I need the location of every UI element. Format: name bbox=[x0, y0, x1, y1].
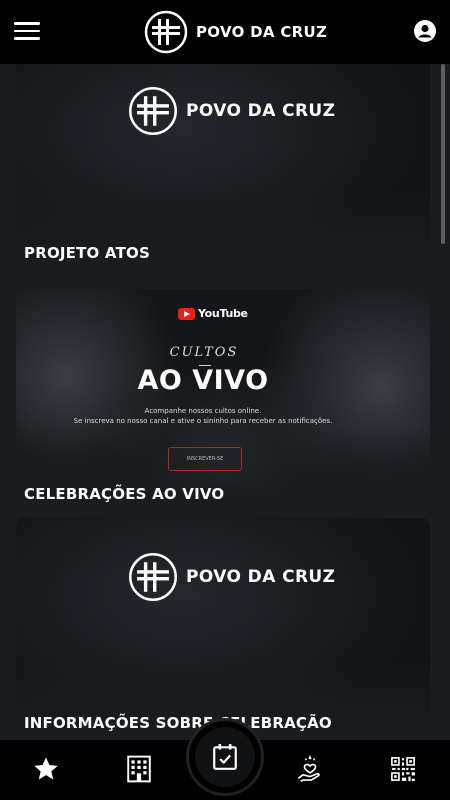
card-logo: POVO DA CRUZ bbox=[128, 86, 335, 136]
scrollbar[interactable] bbox=[441, 64, 445, 244]
card-celebracoes-ao-vivo[interactable]: YouTube CULTOS AO VIVO Acompanhe nossos … bbox=[16, 289, 430, 509]
calendar-fab-button[interactable] bbox=[186, 718, 264, 796]
subscribe-button[interactable]: INSCREVER-SE bbox=[168, 447, 242, 471]
banner-line-2: Se inscreva no nosso canal e ative o sin… bbox=[73, 417, 333, 425]
card-projeto-atos[interactable]: POVO DA CRUZ PROJETO ATOS bbox=[16, 64, 430, 268]
youtube-logo: YouTube bbox=[178, 307, 248, 320]
account-icon[interactable] bbox=[414, 20, 436, 42]
cross-logo-icon bbox=[144, 10, 188, 54]
star-icon bbox=[34, 757, 58, 780]
nav-favorites[interactable] bbox=[31, 754, 61, 784]
menu-icon[interactable] bbox=[14, 22, 40, 40]
cross-logo-icon bbox=[129, 553, 177, 601]
nav-church[interactable] bbox=[124, 754, 154, 784]
card-title: INFORMAÇÕES SOBRE CELEBRAÇÃO bbox=[24, 714, 332, 732]
banner-line-1: Acompanhe nossos cultos online. bbox=[144, 407, 262, 415]
building-icon bbox=[127, 755, 151, 783]
cross-logo-icon bbox=[129, 87, 177, 135]
youtube-label: YouTube bbox=[198, 307, 248, 320]
heart-hand-icon bbox=[297, 755, 320, 782]
banner-headline: AO VIVO bbox=[137, 365, 269, 396]
content-feed: POVO DA CRUZ PROJETO ATOS YouTube CULTOS… bbox=[0, 64, 450, 740]
card-title: PROJETO ATOS bbox=[24, 244, 150, 262]
banner-background bbox=[16, 289, 430, 509]
card-logo-text: POVO DA CRUZ bbox=[186, 101, 336, 121]
brand-logo: POVO DA CRUZ bbox=[144, 10, 327, 54]
card-title: CELEBRAÇÕES AO VIVO bbox=[24, 485, 225, 503]
banner-cultos: CULTOS bbox=[169, 345, 239, 360]
calendar-check-icon bbox=[213, 744, 237, 770]
card-logo-text: POVO DA CRUZ bbox=[186, 567, 336, 587]
card-logo: POVO DA CRUZ bbox=[128, 552, 335, 602]
card-informacoes-celebracao[interactable]: POVO DA CRUZ INFORMAÇÕES SOBRE CELEBRAÇÃ… bbox=[16, 518, 430, 738]
qr-code-icon bbox=[391, 757, 415, 781]
brand-name: POVO DA CRUZ bbox=[196, 23, 328, 41]
nav-donations[interactable] bbox=[295, 754, 325, 784]
youtube-icon bbox=[178, 307, 195, 320]
nav-qr[interactable] bbox=[388, 754, 418, 784]
top-app-bar: POVO DA CRUZ bbox=[0, 0, 450, 64]
